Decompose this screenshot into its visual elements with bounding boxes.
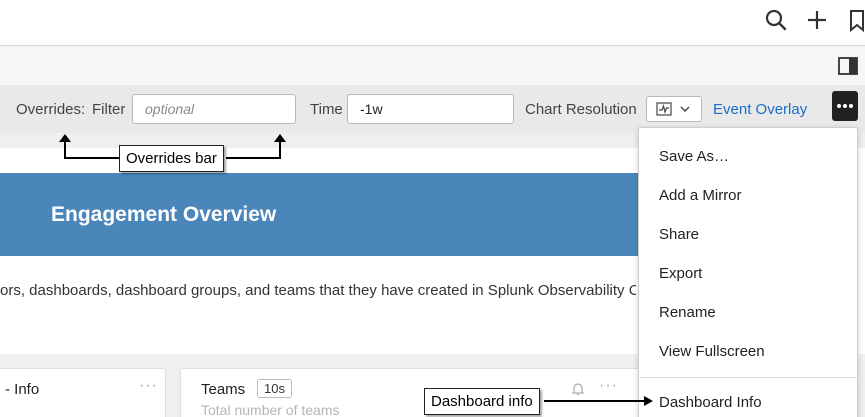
menu-item-view-fullscreen[interactable]: View Fullscreen [659, 343, 765, 360]
bookmark-icon[interactable] [846, 8, 865, 32]
menu-item-rename[interactable]: Rename [659, 304, 716, 321]
time-input[interactable]: -1w [347, 94, 514, 124]
chart-pulse-icon [656, 102, 672, 116]
chart-card-subtitle: Total number of teams [201, 402, 340, 417]
plus-icon[interactable] [805, 8, 829, 32]
arrow-up-icon [59, 134, 71, 142]
chevron-down-icon [680, 106, 690, 112]
panel-toggle-icon[interactable] [838, 57, 858, 75]
chart-resolution-label: Chart Resolution [525, 101, 637, 118]
menu-item-dashboard-info[interactable]: Dashboard Info [659, 394, 762, 411]
overrides-label: Overrides: [16, 101, 86, 118]
chart-card[interactable]: - Info ··· [0, 368, 166, 417]
menu-item-save-as[interactable]: Save As… [659, 148, 729, 165]
overrides-bar-callout: Overrides bar [119, 145, 224, 172]
dot-icon [843, 104, 847, 108]
overrides-bar: Overrides: Filter optional Time -1w Char… [0, 85, 865, 133]
time-label: Time [310, 101, 343, 118]
dashboard-toolbar [0, 47, 865, 85]
menu-item-add-mirror[interactable]: Add a Mirror [659, 187, 742, 204]
chart-menu-icon[interactable]: ··· [139, 377, 158, 395]
refresh-interval-badge: 10s [257, 379, 292, 398]
top-navigation-bar [0, 0, 865, 46]
arrow-right-icon [644, 396, 653, 406]
more-actions-button[interactable] [832, 91, 858, 121]
dashboard-info-callout: Dashboard info [424, 388, 540, 415]
search-icon[interactable] [764, 8, 788, 32]
filter-label: Filter [92, 101, 126, 118]
menu-divider [639, 377, 857, 378]
dot-icon [849, 104, 853, 108]
actions-menu: Save As… Add a Mirror Share Export Renam… [638, 127, 858, 417]
filter-input[interactable]: optional [132, 94, 296, 124]
dashboard-description: ors, dashboards, dashboard groups, and t… [0, 282, 636, 299]
annotation-line [64, 157, 120, 159]
chart-resolution-select[interactable] [646, 96, 702, 122]
menu-item-share[interactable]: Share [659, 226, 699, 243]
dashboard-title: Engagement Overview [51, 203, 277, 226]
dot-icon [837, 104, 841, 108]
chart-card-title: - Info [5, 381, 40, 398]
description-panel: ors, dashboards, dashboard groups, and t… [0, 256, 636, 354]
chart-card[interactable]: Teams 10s Total number of teams ··· [180, 368, 640, 417]
event-overlay-link[interactable]: Event Overlay [713, 101, 807, 118]
dashboard-banner: Engagement Overview [0, 173, 660, 256]
chart-menu-icon[interactable]: ··· [599, 377, 618, 395]
menu-item-export[interactable]: Export [659, 265, 702, 282]
chart-card-title: Teams [201, 381, 246, 398]
annotation-line [544, 400, 646, 402]
bell-icon[interactable] [572, 382, 584, 396]
arrow-up-icon [274, 134, 286, 142]
annotation-line [226, 157, 281, 159]
